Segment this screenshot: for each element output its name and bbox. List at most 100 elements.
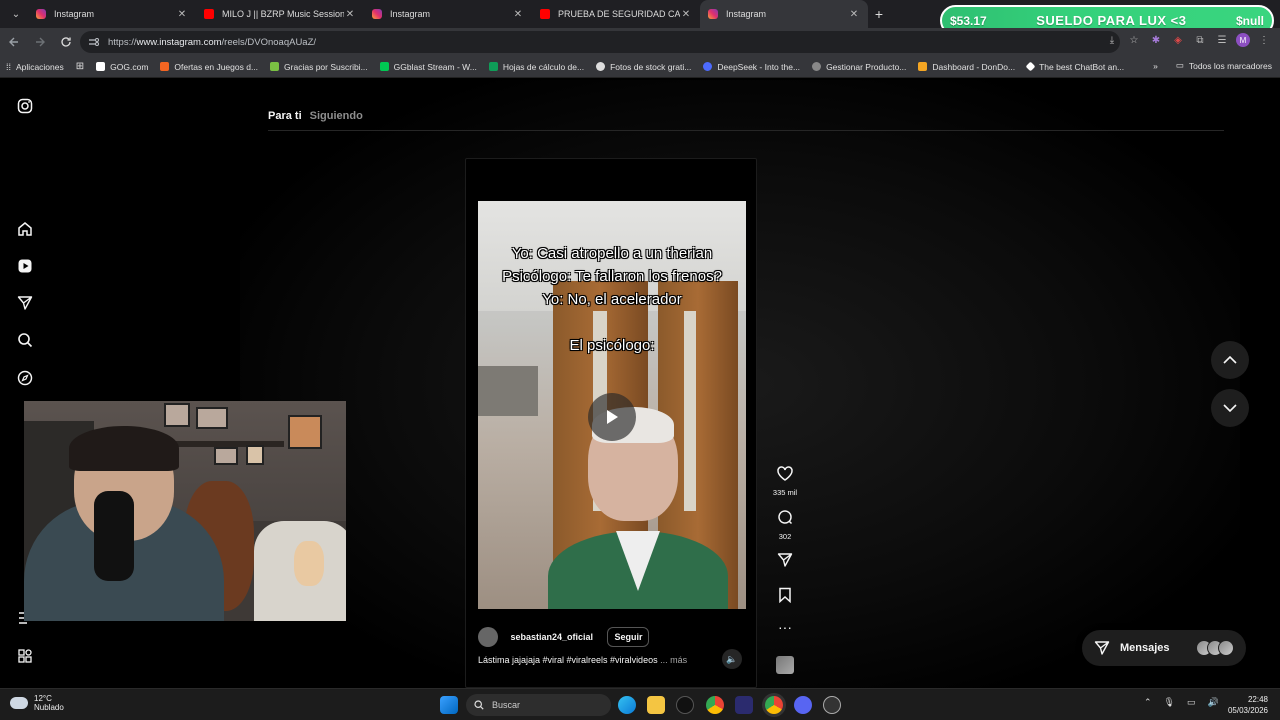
bookmark-chatbot[interactable]: The best ChatBot an... — [1025, 61, 1124, 72]
explore-icon[interactable] — [15, 368, 35, 388]
bookmark-label: Gestionar Producto... — [826, 61, 907, 72]
also-from-meta-icon[interactable] — [15, 646, 35, 666]
tab-3[interactable]: PRUEBA DE SEGURIDAD CAMP ✕ — [532, 0, 700, 28]
send-icon[interactable] — [15, 293, 35, 313]
url-text: https://www.instagram.com/reels/DVOnoaqA… — [108, 37, 316, 48]
caption-line-1: Yo: Casi atropello a un therian — [511, 245, 713, 262]
bookmark-ggblast[interactable]: GGblast Stream - W... — [379, 61, 477, 72]
likes-count: 335 mil — [772, 488, 798, 497]
more-vert-icon[interactable]: ⋮ — [1256, 32, 1272, 48]
sheets-icon — [488, 62, 498, 71]
bookmark-label: GGblast Stream - W... — [393, 61, 477, 72]
author-name[interactable]: sebastian24_oficial — [510, 632, 593, 642]
more-link[interactable]: ... más — [660, 655, 687, 665]
chrome-icon[interactable] — [706, 696, 724, 714]
extension-icon[interactable]: ✱ — [1148, 32, 1164, 48]
bookmark-grid[interactable]: ⊞ — [76, 61, 84, 72]
play-button[interactable] — [588, 393, 636, 441]
all-bookmarks[interactable]: ▭ Todos los marcadores — [1176, 60, 1272, 71]
save-button[interactable] — [770, 587, 800, 608]
tab-4[interactable]: Instagram ✕ — [700, 0, 868, 28]
more-bookmarks-icon[interactable]: » — [1153, 61, 1158, 71]
puzzle-icon[interactable]: ⧉ — [1192, 32, 1208, 48]
tab-title: Instagram — [390, 9, 431, 19]
audio-thumbnail[interactable] — [776, 656, 794, 674]
bookmark-fotos[interactable]: Fotos de stock grati... — [596, 62, 691, 72]
reel-video[interactable]: Yo: Casi atropello a un therian Psicólog… — [478, 201, 746, 609]
display-icon[interactable]: ▭ — [1187, 697, 1196, 708]
tab-2[interactable]: Instagram ✕ — [364, 0, 532, 28]
system-tray: ⌃ 🎙 ▭ 🔊 — [1144, 697, 1219, 708]
close-icon[interactable]: ✕ — [848, 9, 860, 20]
author-avatar[interactable] — [478, 627, 498, 647]
bookmark-sheets[interactable]: Hojas de cálculo de... — [488, 62, 584, 72]
instagram-logo-icon[interactable] — [15, 96, 35, 116]
bookmark-deepseek[interactable]: DeepSeek - Into the... — [703, 62, 800, 72]
bookmark-gracias[interactable]: Gracias por Suscribi... — [270, 62, 368, 72]
tab-search-button[interactable]: ⌄ — [4, 3, 28, 25]
omnibox[interactable]: https://www.instagram.com/reels/DVOnoaqA… — [80, 31, 1120, 53]
next-reel-button[interactable] — [1211, 389, 1249, 427]
all-bookmarks-label: Todos los marcadores — [1188, 60, 1272, 71]
site-info-icon[interactable] — [88, 37, 100, 47]
discord-icon[interactable] — [794, 696, 812, 714]
mute-button[interactable]: 🔈 — [722, 649, 742, 669]
comment-button[interactable]: 302 — [770, 509, 800, 541]
search-icon[interactable] — [15, 330, 35, 350]
chatbot-icon — [1025, 61, 1036, 72]
tab-para-ti[interactable]: Para ti — [268, 110, 302, 122]
close-icon[interactable]: ✕ — [512, 9, 524, 20]
new-tab-button[interactable]: + — [868, 6, 890, 22]
playlist-icon[interactable]: ☰ — [1214, 32, 1230, 48]
close-icon[interactable]: ✕ — [344, 9, 356, 20]
close-icon[interactable]: ✕ — [176, 9, 188, 20]
obs-icon[interactable] — [823, 696, 841, 714]
tab-title: PRUEBA DE SEGURIDAD CAMP — [558, 9, 680, 19]
file-explorer-icon[interactable] — [647, 696, 665, 714]
home-icon[interactable] — [15, 219, 35, 239]
address-bar: https://www.instagram.com/reels/DVOnoaqA… — [0, 28, 1280, 56]
star-icon[interactable]: ☆ — [1126, 32, 1142, 48]
tab-siguiendo[interactable]: Siguiendo — [310, 110, 363, 122]
app-icon-2[interactable] — [735, 696, 753, 714]
follow-button[interactable]: Seguir — [607, 627, 650, 647]
forward-button[interactable] — [28, 30, 52, 54]
volume-icon[interactable]: 🔊 — [1208, 697, 1219, 708]
reload-button[interactable] — [54, 30, 78, 54]
edge-icon[interactable] — [618, 696, 636, 714]
previous-reel-button[interactable] — [1211, 341, 1249, 379]
donation-message: SUELDO PARA LUX <3 — [1036, 13, 1187, 28]
microphone-icon[interactable]: 🎙 — [1164, 697, 1175, 708]
back-button[interactable] — [2, 30, 26, 54]
more-options-button[interactable]: ··· — [770, 620, 800, 634]
tab-1[interactable]: MILO J || BZRP Music Sessions # ✕ — [196, 0, 364, 28]
taskbar-search[interactable]: Buscar — [466, 694, 611, 716]
messages-button[interactable]: Mensajes — [1082, 630, 1246, 666]
dashboard-icon — [918, 62, 928, 71]
bookmark-apps[interactable]: ⁞⁞ Aplicaciones — [6, 62, 64, 72]
weather-condition: Nublado — [34, 703, 64, 712]
app-icon[interactable] — [676, 696, 694, 714]
install-app-icon[interactable]: ⤓ — [1104, 32, 1120, 48]
chevron-up-icon[interactable]: ⌃ — [1144, 697, 1152, 708]
chrome-profile-icon[interactable] — [765, 696, 783, 714]
clock[interactable]: 22:48 05/03/2026 — [1228, 694, 1268, 716]
gog-icon — [96, 62, 106, 71]
windows-start-icon[interactable] — [440, 696, 458, 714]
extension-red-icon[interactable]: ◈ — [1170, 32, 1186, 48]
like-button[interactable]: 335 mil — [770, 466, 800, 497]
weather-widget[interactable]: 12°C Nublado — [10, 694, 64, 712]
time: 22:48 — [1247, 695, 1268, 704]
bookmark-dashboard[interactable]: Dashboard - DonDo... — [918, 62, 1015, 72]
reels-icon[interactable] — [15, 256, 35, 276]
bookmark-gestionar[interactable]: Gestionar Producto... — [812, 62, 906, 72]
share-button[interactable] — [770, 552, 800, 573]
bookmark-gog[interactable]: GOG.com — [96, 62, 148, 72]
chevron-down-icon — [1223, 404, 1237, 412]
tab-0[interactable]: Instagram ✕ — [28, 0, 196, 28]
bookmark-label: Gracias por Suscribi... — [284, 61, 368, 72]
close-icon[interactable]: ✕ — [680, 9, 692, 20]
profile-avatar[interactable]: M — [1236, 33, 1250, 47]
feed-tabs: Para ti Siguiendo — [268, 110, 363, 122]
bookmark-ofertas[interactable]: Ofertas en Juegos d... — [160, 62, 258, 72]
